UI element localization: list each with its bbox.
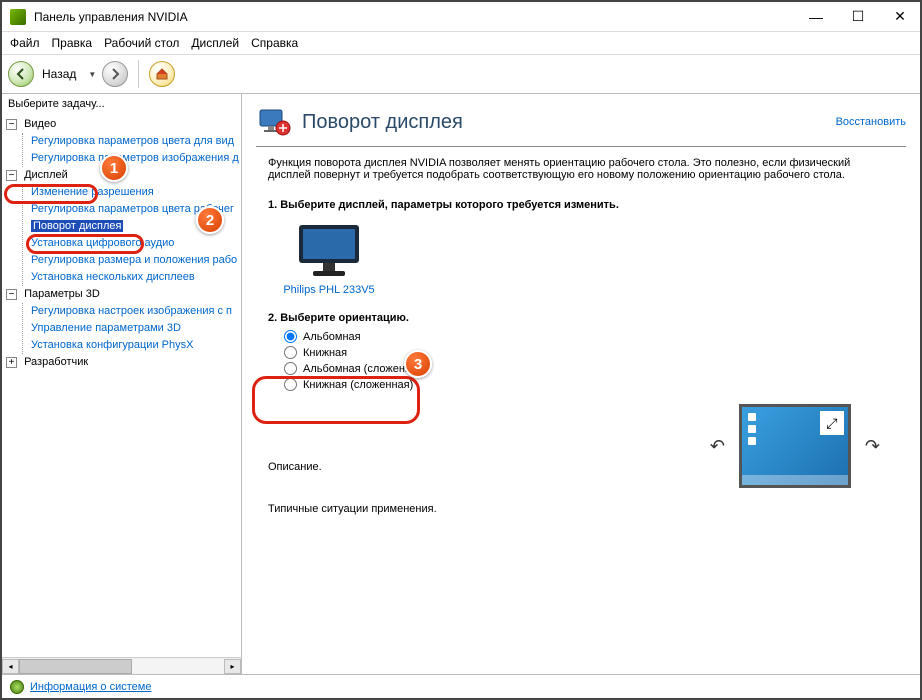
rotate-cw-button[interactable]: ↷ [865,436,880,457]
maximize-button[interactable]: ☐ [846,8,870,25]
radio-landscape-label: Альбомная [303,331,361,343]
home-icon [155,67,169,81]
menu-help[interactable]: Справка [251,36,298,50]
nav-toolbar: Назад ▼ [2,54,920,94]
scroll-thumb[interactable] [19,659,132,674]
back-label: Назад [42,67,76,81]
desktop-preview-icon: ⤢ [739,404,851,488]
toolbar-separator [138,60,139,88]
radio-portrait-flipped[interactable] [284,378,297,391]
minimize-button[interactable]: — [804,8,828,25]
back-dropdown-icon[interactable]: ▼ [88,70,96,79]
tree-link-rotate-display[interactable]: Поворот дисплея [31,220,123,232]
nvidia-app-icon [10,9,26,25]
sidebar-header: Выберите задачу... [2,94,241,114]
sidebar-hscrollbar[interactable]: ◂ ▸ [2,657,241,674]
tree-toggle-developer[interactable]: + [6,357,17,368]
orientation-portrait[interactable]: Книжная [284,346,906,359]
scroll-right-button[interactable]: ▸ [224,659,241,674]
status-bar: Информация о системе [2,674,920,698]
tree-cat-display[interactable]: Дисплей [24,169,68,181]
sysinfo-link[interactable]: Информация о системе [30,681,151,693]
home-button[interactable] [149,61,175,87]
main-area: Выберите задачу... − Видео Регулировка п… [2,94,920,674]
rotate-indicator-icon: ⤢ [820,411,844,435]
step2-label: 2. Выберите ориентацию. [268,312,894,324]
arrow-right-icon [109,68,121,80]
orientation-preview: ↶ ⤢ ↷ [710,404,880,488]
scroll-left-button[interactable]: ◂ [2,659,19,674]
tree-link-size-position[interactable]: Регулировка размера и положения рабо [31,254,237,266]
orientation-landscape[interactable]: Альбомная [284,330,906,343]
rotate-display-page-icon [256,104,292,140]
annotation-badge-1: 1 [100,154,128,182]
menu-edit[interactable]: Правка [52,36,93,50]
task-tree[interactable]: − Видео Регулировка параметров цвета для… [2,114,241,657]
rotate-ccw-button[interactable]: ↶ [710,436,725,457]
tree-link-physx[interactable]: Установка конфигурации PhysX [31,339,193,351]
tree-toggle-3d[interactable]: − [6,289,17,300]
forward-button[interactable] [102,61,128,87]
tree-link-multi-display[interactable]: Установка нескольких дисплеев [31,271,195,283]
radio-portrait-label: Книжная [303,347,347,359]
tree-link-3d-manage[interactable]: Управление параметрами 3D [31,322,181,334]
tree-link-video-image[interactable]: Регулировка параметров изображения д [31,152,239,164]
arrow-left-icon [15,68,27,80]
task-sidebar: Выберите задачу... − Видео Регулировка п… [2,94,242,674]
tree-link-3d-image[interactable]: Регулировка настроек изображения с п [31,305,232,317]
tree-cat-video[interactable]: Видео [24,118,56,130]
restore-link[interactable]: Восстановить [836,116,906,128]
radio-portrait[interactable] [284,346,297,359]
back-button[interactable] [8,61,34,87]
menu-desktop[interactable]: Рабочий стол [104,36,179,50]
window-titlebar: Панель управления NVIDIA — ☐ ✕ [2,2,920,32]
menu-display[interactable]: Дисплей [191,36,239,50]
scroll-track[interactable] [19,659,224,674]
page-title: Поворот дисплея [302,111,836,134]
radio-portrait-flipped-label: Книжная (сложенная) [303,379,413,391]
tree-link-resolution[interactable]: Изменение разрешения [31,186,154,198]
annotation-badge-2: 2 [196,206,224,234]
step1-label: 1. Выберите дисплей, параметры которого … [268,199,894,211]
page-header: Поворот дисплея Восстановить [256,104,906,147]
tree-link-digital-audio[interactable]: Установка цифрового аудио [31,237,174,249]
window-title: Панель управления NVIDIA [34,10,804,24]
tree-toggle-video[interactable]: − [6,119,17,130]
tree-cat-developer[interactable]: Разработчик [24,356,88,368]
page-description: Функция поворота дисплея NVIDIA позволяе… [268,157,894,181]
close-button[interactable]: ✕ [888,8,912,25]
monitor-selector[interactable]: Philips PHL 233V5 [274,221,384,296]
menu-file[interactable]: Файл [10,36,40,50]
tree-link-video-color[interactable]: Регулировка параметров цвета для вид [31,135,234,147]
tree-toggle-display[interactable]: − [6,170,17,181]
orientation-options: Альбомная Книжная Альбомная (сложенная) … [284,330,906,391]
menu-bar: Файл Правка Рабочий стол Дисплей Справка [2,32,920,54]
window-controls: — ☐ ✕ [804,8,912,25]
annotation-badge-3: 3 [404,350,432,378]
monitor-label: Philips PHL 233V5 [274,284,384,296]
typical-heading: Типичные ситуации применения. [268,503,894,515]
content-pane: Поворот дисплея Восстановить Функция пов… [242,94,920,674]
orientation-portrait-flipped[interactable]: Книжная (сложенная) [284,378,906,391]
radio-landscape[interactable] [284,330,297,343]
tree-cat-3d[interactable]: Параметры 3D [24,288,100,300]
monitor-icon [293,221,365,279]
orientation-landscape-flipped[interactable]: Альбомная (сложенная) [284,362,906,375]
radio-landscape-flipped[interactable] [284,362,297,375]
sysinfo-icon [10,680,24,694]
